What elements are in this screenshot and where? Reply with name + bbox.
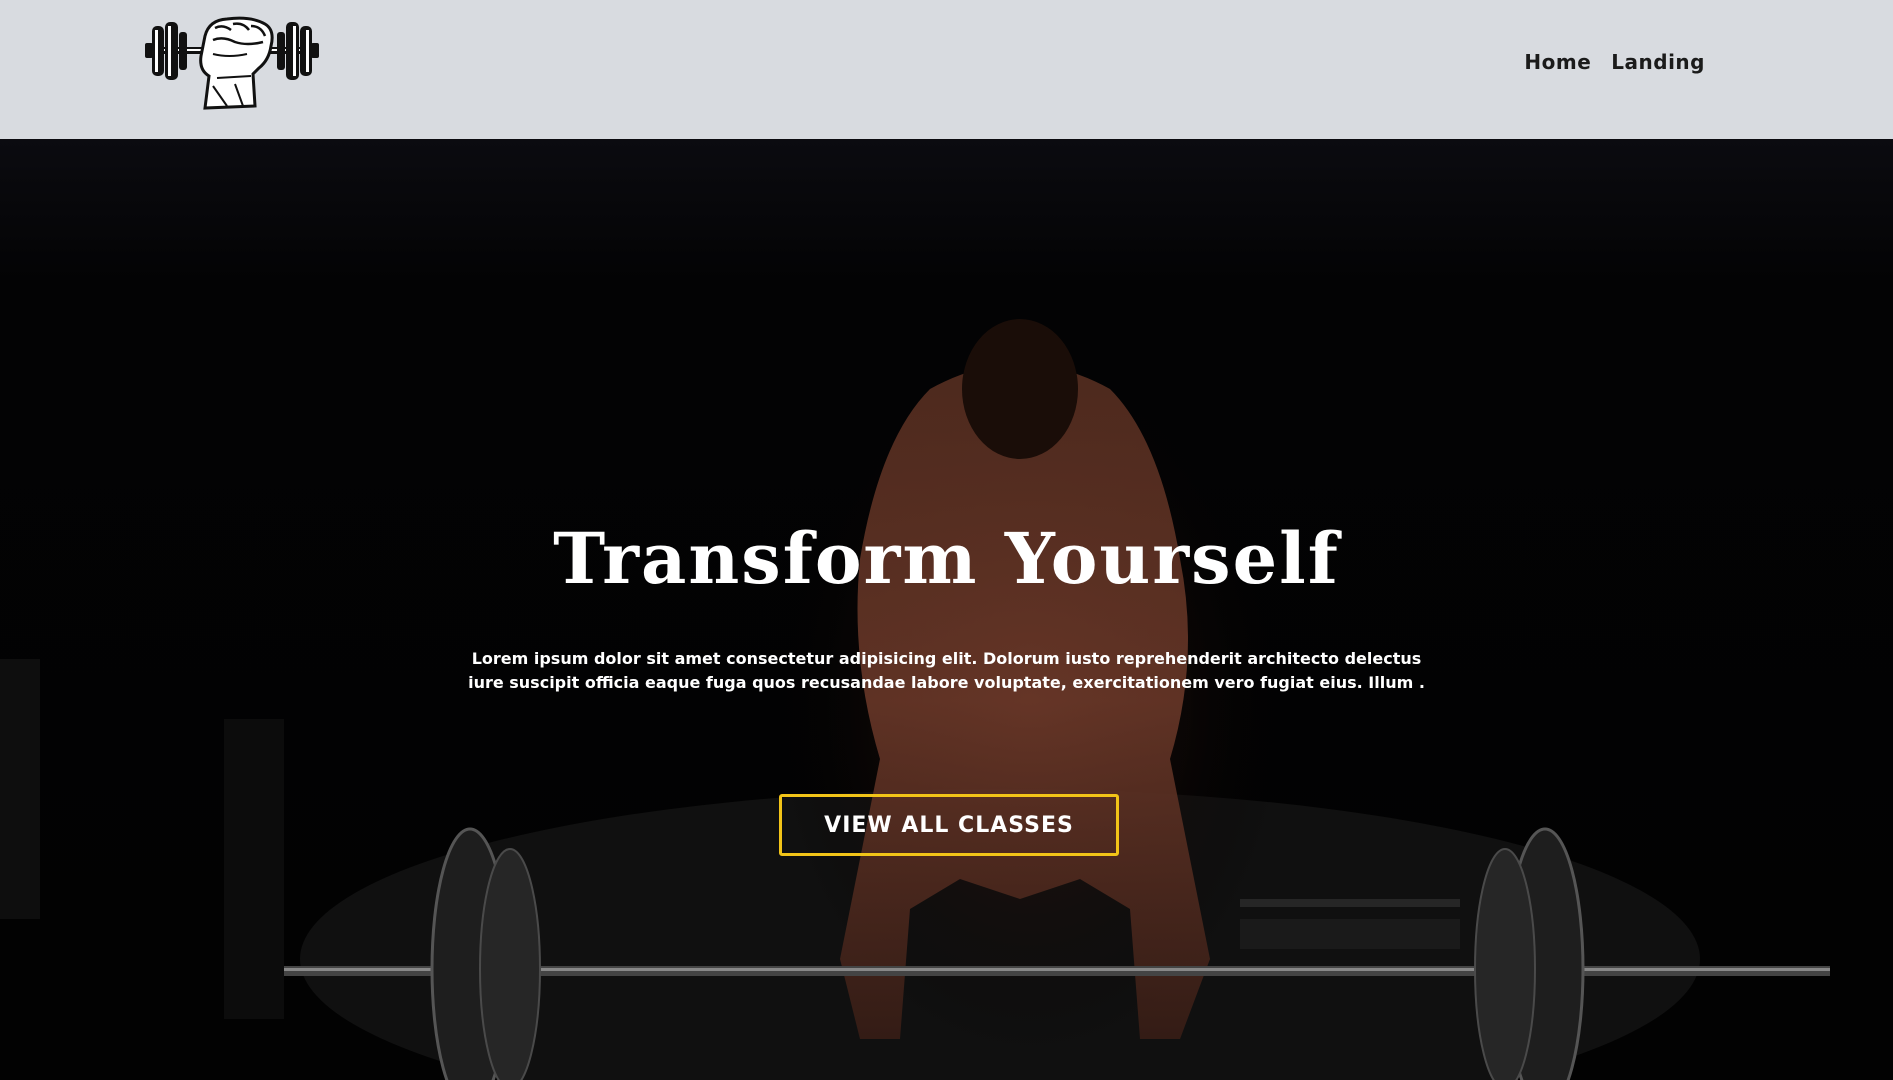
- hero-section: Transform Yourself Lorem ipsum dolor sit…: [0, 139, 1893, 1080]
- main-nav: Home Landing: [1524, 50, 1705, 74]
- nav-link-landing[interactable]: Landing: [1611, 50, 1705, 74]
- logo-graphic: [145, 16, 319, 110]
- view-all-classes-button[interactable]: VIEW ALL CLASSES: [779, 794, 1119, 856]
- nav-link-home[interactable]: Home: [1524, 50, 1591, 74]
- dumbbell-fist-logo[interactable]: [143, 14, 321, 110]
- navbar: Home Landing: [0, 0, 1893, 139]
- hero-description: Lorem ipsum dolor sit amet consectetur a…: [468, 649, 1425, 692]
- hero-title: Transform Yourself: [553, 517, 1340, 600]
- hero-content: Transform Yourself Lorem ipsum dolor sit…: [0, 139, 1893, 1080]
